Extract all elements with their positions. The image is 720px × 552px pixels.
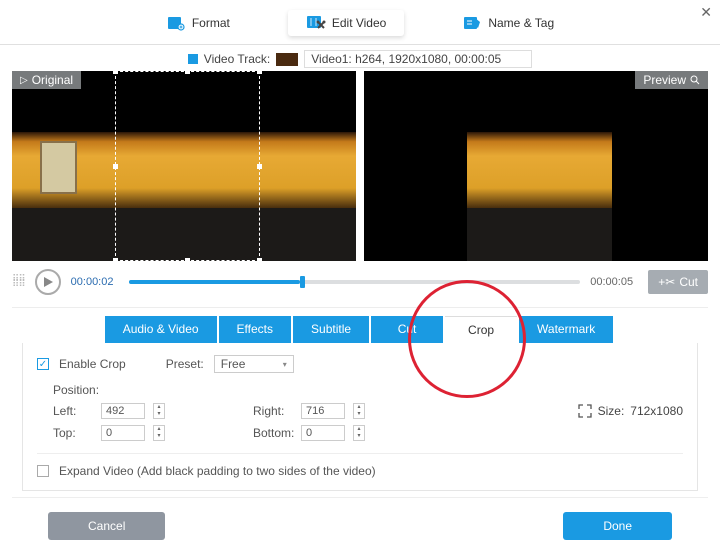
preset-select[interactable]: Free▾ [214, 355, 294, 373]
tab-name-tag[interactable]: Name & Tag [444, 10, 572, 36]
edit-video-icon [306, 14, 326, 32]
enable-crop-label: Enable Crop [59, 357, 126, 371]
cut-button[interactable]: +✂ Cut [648, 270, 708, 294]
tab-effects[interactable]: Effects [219, 316, 291, 343]
preview-badge[interactable]: Preview [635, 71, 708, 89]
select-value: Video1: h264, 1920x1080, 00:00:05 [311, 52, 501, 66]
video-track-select[interactable]: Video1: h264, 1920x1080, 00:00:05 [304, 50, 532, 68]
left-label: Left: [53, 404, 93, 418]
scissors-icon: +✂ [658, 275, 675, 289]
edit-tabs: Audio & Video Effects Subtitle Cut Crop … [0, 316, 720, 343]
total-time: 00:00:05 [590, 276, 638, 288]
drag-grip-icon[interactable]: ⠿⠿⠿⠿ [12, 277, 25, 287]
play-button[interactable] [35, 269, 61, 295]
cut-label: Cut [679, 275, 698, 289]
top-tabs: Format Edit Video Name & Tag [0, 0, 720, 45]
video-track-label: Video Track: [204, 52, 270, 66]
close-button[interactable]: ✕ [700, 4, 712, 21]
original-video-pane[interactable] [12, 71, 356, 261]
right-input[interactable]: 716 [301, 403, 345, 419]
name-tag-icon [462, 14, 482, 32]
tab-watermark[interactable]: Watermark [519, 316, 613, 343]
right-stepper[interactable]: ▴▾ [353, 403, 365, 419]
position-label: Position: [53, 383, 683, 397]
cancel-button[interactable]: Cancel [48, 512, 165, 540]
video-track-thumb [276, 53, 298, 66]
top-stepper[interactable]: ▴▾ [153, 425, 165, 441]
tab-cut[interactable]: Cut [371, 316, 443, 343]
tab-edit-video[interactable]: Edit Video [288, 10, 405, 36]
expand-video-label: Expand Video (Add black padding to two s… [59, 464, 376, 478]
bottom-stepper[interactable]: ▴▾ [353, 425, 365, 441]
preview-video-pane [364, 71, 708, 261]
crop-selection[interactable] [115, 71, 259, 261]
tab-audio-video[interactable]: Audio & Video [105, 316, 217, 343]
footer: Cancel Done [0, 498, 720, 552]
enable-crop-checkbox[interactable]: ✓ [37, 358, 49, 370]
size-icon [578, 404, 592, 418]
playback-controls: ⠿⠿⠿⠿ 00:00:02 00:00:05 +✂ Cut [0, 261, 720, 303]
tab-label: Edit Video [332, 16, 387, 30]
size-label: Size: [598, 404, 625, 418]
top-label: Top: [53, 426, 93, 440]
tab-crop[interactable]: Crop [445, 316, 517, 343]
tab-label: Format [192, 16, 230, 30]
top-input[interactable]: 0 [101, 425, 145, 441]
current-time: 00:00:02 [71, 276, 119, 288]
expand-video-checkbox[interactable]: ✓ [37, 465, 49, 477]
bottom-input[interactable]: 0 [301, 425, 345, 441]
crop-settings-panel: ✓ Enable Crop Preset: Free▾ Position: Le… [22, 343, 698, 491]
format-icon [166, 14, 186, 32]
tab-label: Name & Tag [488, 16, 554, 30]
tab-subtitle[interactable]: Subtitle [293, 316, 369, 343]
done-button[interactable]: Done [563, 512, 672, 540]
size-value: 712x1080 [630, 404, 683, 418]
preset-label: Preset: [166, 357, 204, 371]
right-label: Right: [253, 404, 293, 418]
original-badge: ▷ Original [12, 71, 81, 89]
timeline-slider[interactable] [129, 280, 581, 284]
video-track-icon [188, 54, 198, 64]
video-track-row: Video Track: Video1: h264, 1920x1080, 00… [0, 45, 720, 71]
left-stepper[interactable]: ▴▾ [153, 403, 165, 419]
bottom-label: Bottom: [253, 426, 293, 440]
tab-format[interactable]: Format [148, 10, 248, 36]
left-input[interactable]: 492 [101, 403, 145, 419]
